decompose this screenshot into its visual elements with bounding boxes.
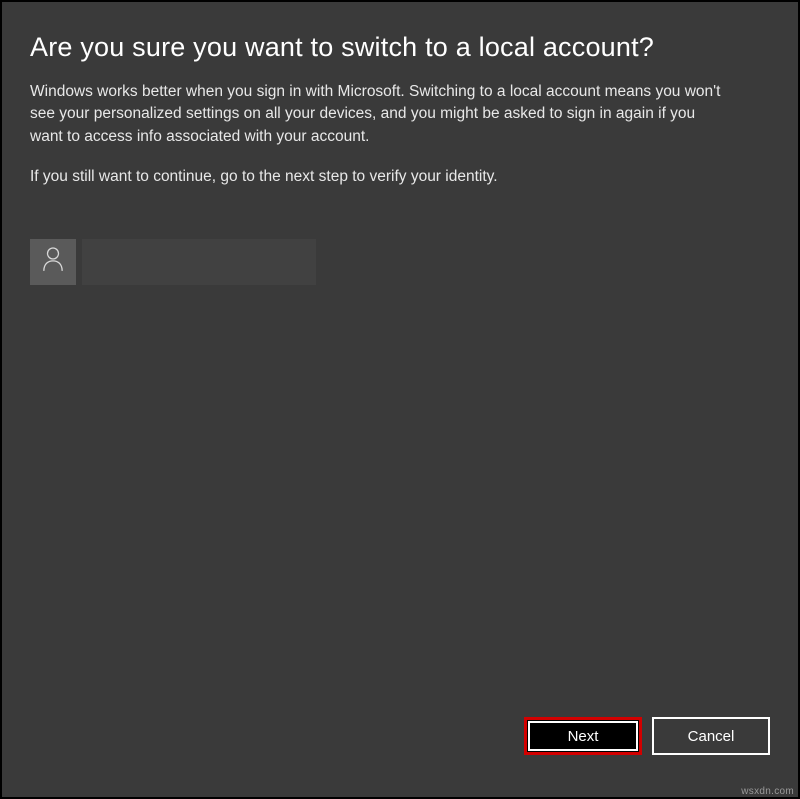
dialog-heading: Are you sure you want to switch to a loc… — [30, 32, 770, 63]
dialog-continue-prompt: If you still want to continue, go to the… — [30, 166, 730, 188]
local-account-switch-dialog: Are you sure you want to switch to a loc… — [2, 2, 798, 797]
current-account-row — [30, 239, 770, 285]
dialog-description: Windows works better when you sign in wi… — [30, 81, 730, 148]
watermark-text: wsxdn.com — [741, 786, 794, 797]
cancel-button[interactable]: Cancel — [652, 717, 770, 755]
person-icon — [42, 246, 64, 277]
next-button[interactable]: Next — [524, 717, 642, 755]
dialog-button-row: Next Cancel — [30, 717, 770, 769]
account-name-label — [82, 239, 316, 285]
avatar — [30, 239, 76, 285]
